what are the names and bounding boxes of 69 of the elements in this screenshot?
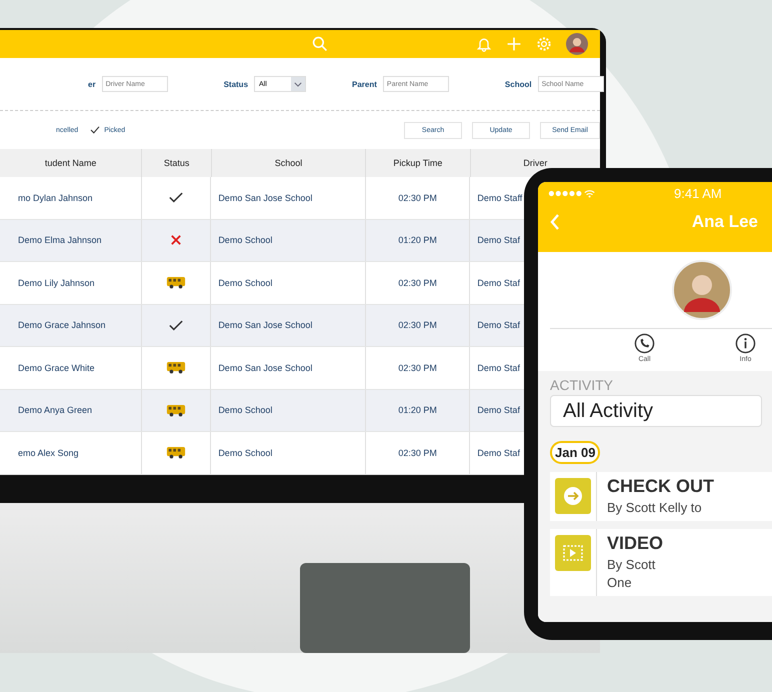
- driver-name: Demo Staff: [477, 192, 522, 203]
- bus-icon: [166, 361, 186, 374]
- pickup-time-cell: 01:20 PM: [366, 220, 470, 261]
- bus-icon: [166, 276, 186, 290]
- school-cell: Demo San Jose School: [211, 304, 366, 346]
- check-icon: [90, 126, 100, 134]
- plus-icon[interactable]: [506, 36, 522, 52]
- filter-label: School: [504, 80, 532, 88]
- student-name-cell: Demo Elma Jahnson: [0, 220, 142, 261]
- bus-icon: [166, 446, 186, 460]
- student-name-cell: mo Dylan Jahnson: [0, 177, 142, 218]
- pickup-time-cell: 02:30 PM: [366, 262, 470, 304]
- status-time: 9:41 AM: [674, 186, 722, 200]
- bus-icon: [166, 404, 186, 417]
- pickup-time-cell: 02:30 PM: [366, 177, 470, 218]
- school-cell: Demo San Jose School: [211, 347, 366, 388]
- avatar-icon[interactable]: [566, 33, 588, 55]
- info-icon: [735, 333, 756, 354]
- school-cell: Demo School: [211, 262, 366, 304]
- activity-detail: By Scott: [607, 557, 656, 572]
- driver-name: Demo Staf: [477, 362, 520, 373]
- school-cell: Demo School: [211, 220, 366, 261]
- student-name-cell: Demo Grace White: [0, 347, 142, 388]
- student-name-cell: Demo Lily Jahnson: [0, 262, 142, 304]
- check-icon: [168, 320, 183, 331]
- driver-name: Demo Staf: [477, 320, 520, 330]
- school-cell: Demo School: [211, 432, 366, 474]
- filter-label: Status: [224, 80, 248, 88]
- cross-icon: [170, 235, 181, 246]
- column-header: Pickup Time: [366, 149, 471, 177]
- avatar-silhouette: [672, 260, 732, 320]
- student-name-cell: Demo Anya Green: [0, 390, 142, 431]
- pickup-time-cell: 02:30 PM: [366, 432, 470, 474]
- column-header: School: [212, 149, 366, 177]
- date-pill: Jan 09: [550, 441, 600, 464]
- check-icon: [168, 192, 183, 204]
- activity-detail: By Scott Kelly to: [607, 500, 703, 515]
- settings-icon[interactable]: [536, 36, 552, 52]
- back-icon[interactable]: [550, 213, 560, 231]
- activity-title: VIDEO: [607, 533, 664, 554]
- pickup-time-cell: 01:20 PM: [366, 390, 470, 431]
- filter-label: er: [88, 80, 96, 88]
- activity-detail: One: [607, 575, 633, 590]
- school-cell: Demo School: [211, 390, 366, 431]
- pickup-time-cell: 02:30 PM: [366, 347, 470, 388]
- section-title: ACTIVITY: [550, 377, 614, 393]
- search-icon[interactable]: [312, 36, 328, 52]
- phone-icon: [634, 333, 655, 354]
- pickup-time-cell: 02:30 PM: [366, 304, 470, 346]
- contact-name: Ana Lee: [692, 212, 758, 232]
- school-cell: Demo San Jose School: [211, 177, 366, 218]
- activity-title: CHECK OUT: [607, 476, 714, 497]
- video-icon: [555, 535, 591, 571]
- caret-icon: [294, 82, 302, 86]
- filter-label: Parent: [352, 80, 377, 88]
- bell-icon[interactable]: [476, 36, 492, 52]
- activity-card[interactable]: CHECK OUT By Scott Kelly to: [550, 472, 772, 521]
- driver-name: Demo Staf: [477, 278, 520, 288]
- column-header: tudent Name: [0, 149, 142, 177]
- column-header: Status: [142, 149, 212, 177]
- driver-name: Demo Staf: [477, 235, 520, 246]
- activity-dropdown[interactable]: All Activity: [550, 395, 762, 427]
- student-name-cell: Demo Grace Jahnson: [0, 304, 142, 346]
- signal-icon: [548, 188, 596, 198]
- student-name-cell: emo Alex Song: [0, 432, 142, 474]
- column-header: Driver: [522, 157, 548, 170]
- activity-card[interactable]: VIDEO By Scott One: [550, 529, 772, 596]
- driver-name: Demo Staf: [477, 405, 520, 416]
- driver-name: Demo Staf: [477, 448, 520, 458]
